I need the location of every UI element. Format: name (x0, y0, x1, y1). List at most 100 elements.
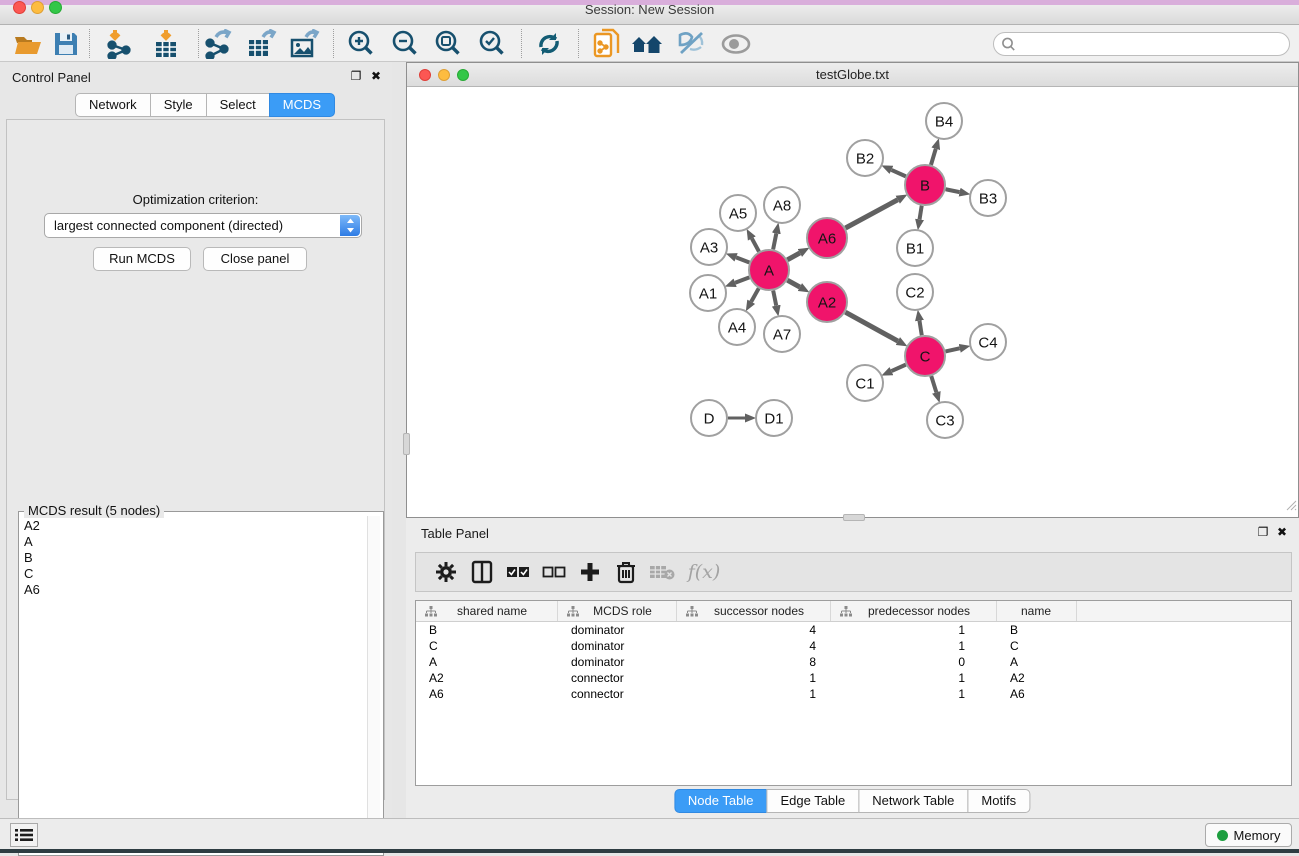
tab-node-table[interactable]: Node Table (674, 789, 768, 813)
graph-edge-A-A3[interactable] (736, 257, 749, 262)
search-input[interactable] (1016, 35, 1289, 53)
table-cell[interactable]: 1 (677, 686, 831, 702)
mcds-result-item[interactable]: A (20, 534, 365, 550)
window-resize-grip[interactable] (1285, 498, 1297, 516)
table-cell[interactable]: 8 (677, 654, 831, 670)
float-table-panel-icon[interactable]: ❐ (1255, 525, 1271, 539)
table-cell[interactable]: dominator (558, 638, 677, 654)
table-cell[interactable]: dominator (558, 654, 677, 670)
table-row[interactable]: A6connector11A6 (416, 686, 1291, 702)
graph-edge-A-A4[interactable] (751, 288, 759, 301)
import-network-icon[interactable] (101, 28, 139, 59)
tab-select[interactable]: Select (206, 93, 270, 117)
mcds-result-item[interactable]: A2 (20, 518, 365, 534)
graph-edge-C-C1[interactable] (891, 365, 905, 371)
graph-edge-A-A7[interactable] (773, 291, 776, 306)
tab-mcds[interactable]: MCDS (269, 93, 335, 117)
delete-column-icon[interactable] (608, 557, 644, 587)
table-cell[interactable]: A2 (416, 670, 558, 686)
graph-edge-A6-B[interactable] (845, 200, 897, 228)
network-canvas[interactable]: B4B2BB3A8A5A6A3B1AC2A1A2A4A7C4CC1DD1C3 (407, 88, 1298, 517)
export-image-icon[interactable] (285, 28, 323, 59)
table-cell[interactable]: dominator (558, 622, 677, 638)
task-history-icon[interactable] (10, 823, 38, 847)
graph-edge-A2-C[interactable] (845, 312, 897, 341)
criterion-dropdown[interactable]: largest connected component (directed) (44, 213, 362, 238)
search-box[interactable] (993, 32, 1290, 56)
table-cell[interactable]: A2 (997, 670, 1077, 686)
delete-table-icon[interactable] (644, 557, 680, 587)
graph-edge-C-C3[interactable] (931, 376, 936, 392)
table-cell[interactable]: 1 (831, 638, 997, 654)
export-table-icon[interactable] (242, 28, 280, 59)
column-header-successor-nodes[interactable]: successor nodes (677, 601, 831, 621)
table-cell[interactable]: C (997, 638, 1077, 654)
tab-network-table[interactable]: Network Table (858, 789, 968, 813)
zoom-in-icon[interactable] (342, 28, 380, 59)
function-builder-icon[interactable]: f(x) (680, 557, 728, 587)
table-cell[interactable]: 4 (677, 622, 831, 638)
add-column-icon[interactable] (572, 557, 608, 587)
graph-edge-B-B3[interactable] (946, 189, 960, 192)
show-columns-icon[interactable] (464, 557, 500, 587)
table-cell[interactable]: B (997, 622, 1077, 638)
table-cell[interactable]: 1 (831, 622, 997, 638)
table-cell[interactable]: 1 (831, 686, 997, 702)
table-cell[interactable]: 1 (677, 670, 831, 686)
network-window-titlebar[interactable]: testGlobe.txt (407, 63, 1298, 87)
open-session-icon[interactable] (9, 28, 47, 59)
table-cell[interactable]: C (416, 638, 558, 654)
graph-edge-B-B1[interactable] (920, 206, 922, 220)
table-cell[interactable]: B (416, 622, 558, 638)
hide-selected-icon[interactable] (672, 28, 710, 59)
column-header-mcds-role[interactable]: MCDS role (558, 601, 677, 621)
table-cell[interactable]: A (416, 654, 558, 670)
table-row[interactable]: Bdominator41B (416, 622, 1291, 638)
show-all-icon[interactable] (717, 28, 755, 59)
import-table-icon[interactable] (147, 28, 185, 59)
settings-gear-icon[interactable] (428, 557, 464, 587)
table-cell[interactable]: A6 (416, 686, 558, 702)
memory-button[interactable]: Memory (1205, 823, 1292, 847)
table-cell[interactable]: connector (558, 686, 677, 702)
close-panel-button[interactable]: Close panel (203, 247, 307, 271)
tab-motifs[interactable]: Motifs (967, 789, 1030, 813)
zoom-out-icon[interactable] (386, 28, 424, 59)
first-neighbors-icon[interactable] (628, 28, 666, 59)
select-all-columns-icon[interactable] (500, 557, 536, 587)
graph-edge-A-A6[interactable] (787, 253, 799, 260)
zoom-fit-icon[interactable] (429, 28, 467, 59)
table-cell[interactable]: A (997, 654, 1077, 670)
table-cell[interactable]: connector (558, 670, 677, 686)
tab-style[interactable]: Style (150, 93, 207, 117)
graph-edge-A-A5[interactable] (752, 238, 759, 251)
table-row[interactable]: Cdominator41C (416, 638, 1291, 654)
close-table-panel-icon[interactable]: ✖ (1274, 525, 1290, 539)
float-panel-icon[interactable]: ❐ (348, 69, 364, 83)
column-header-shared-name[interactable]: shared name (416, 601, 558, 621)
table-cell[interactable]: A6 (997, 686, 1077, 702)
splitpane-grip-vertical[interactable] (403, 433, 410, 455)
table-cell[interactable]: 4 (677, 638, 831, 654)
graph-edge-B-B2[interactable] (891, 170, 905, 176)
run-mcds-button[interactable]: Run MCDS (93, 247, 191, 271)
table-cell[interactable]: 1 (831, 670, 997, 686)
tab-network[interactable]: Network (75, 93, 151, 117)
column-header-predecessor-nodes[interactable]: predecessor nodes (831, 601, 997, 621)
splitpane-grip-horizontal[interactable] (843, 514, 865, 521)
graph-edge-B-B4[interactable] (931, 149, 936, 165)
mcds-list-scrollbar[interactable] (367, 516, 380, 852)
deselect-all-columns-icon[interactable] (536, 557, 572, 587)
zoom-selected-icon[interactable] (473, 28, 511, 59)
graph-edge-C-C4[interactable] (945, 348, 959, 351)
table-row[interactable]: Adominator80A (416, 654, 1291, 670)
mcds-result-item[interactable]: B (20, 550, 365, 566)
mcds-result-item[interactable]: A6 (20, 582, 365, 598)
graph-edge-A-A1[interactable] (735, 277, 749, 282)
graph-edge-C-C2[interactable] (919, 321, 921, 336)
apply-layout-icon[interactable] (530, 28, 568, 59)
table-row[interactable]: A2connector11A2 (416, 670, 1291, 686)
new-network-from-selection-icon[interactable] (588, 28, 626, 59)
export-network-icon[interactable] (199, 28, 237, 59)
table-cell[interactable]: 0 (831, 654, 997, 670)
